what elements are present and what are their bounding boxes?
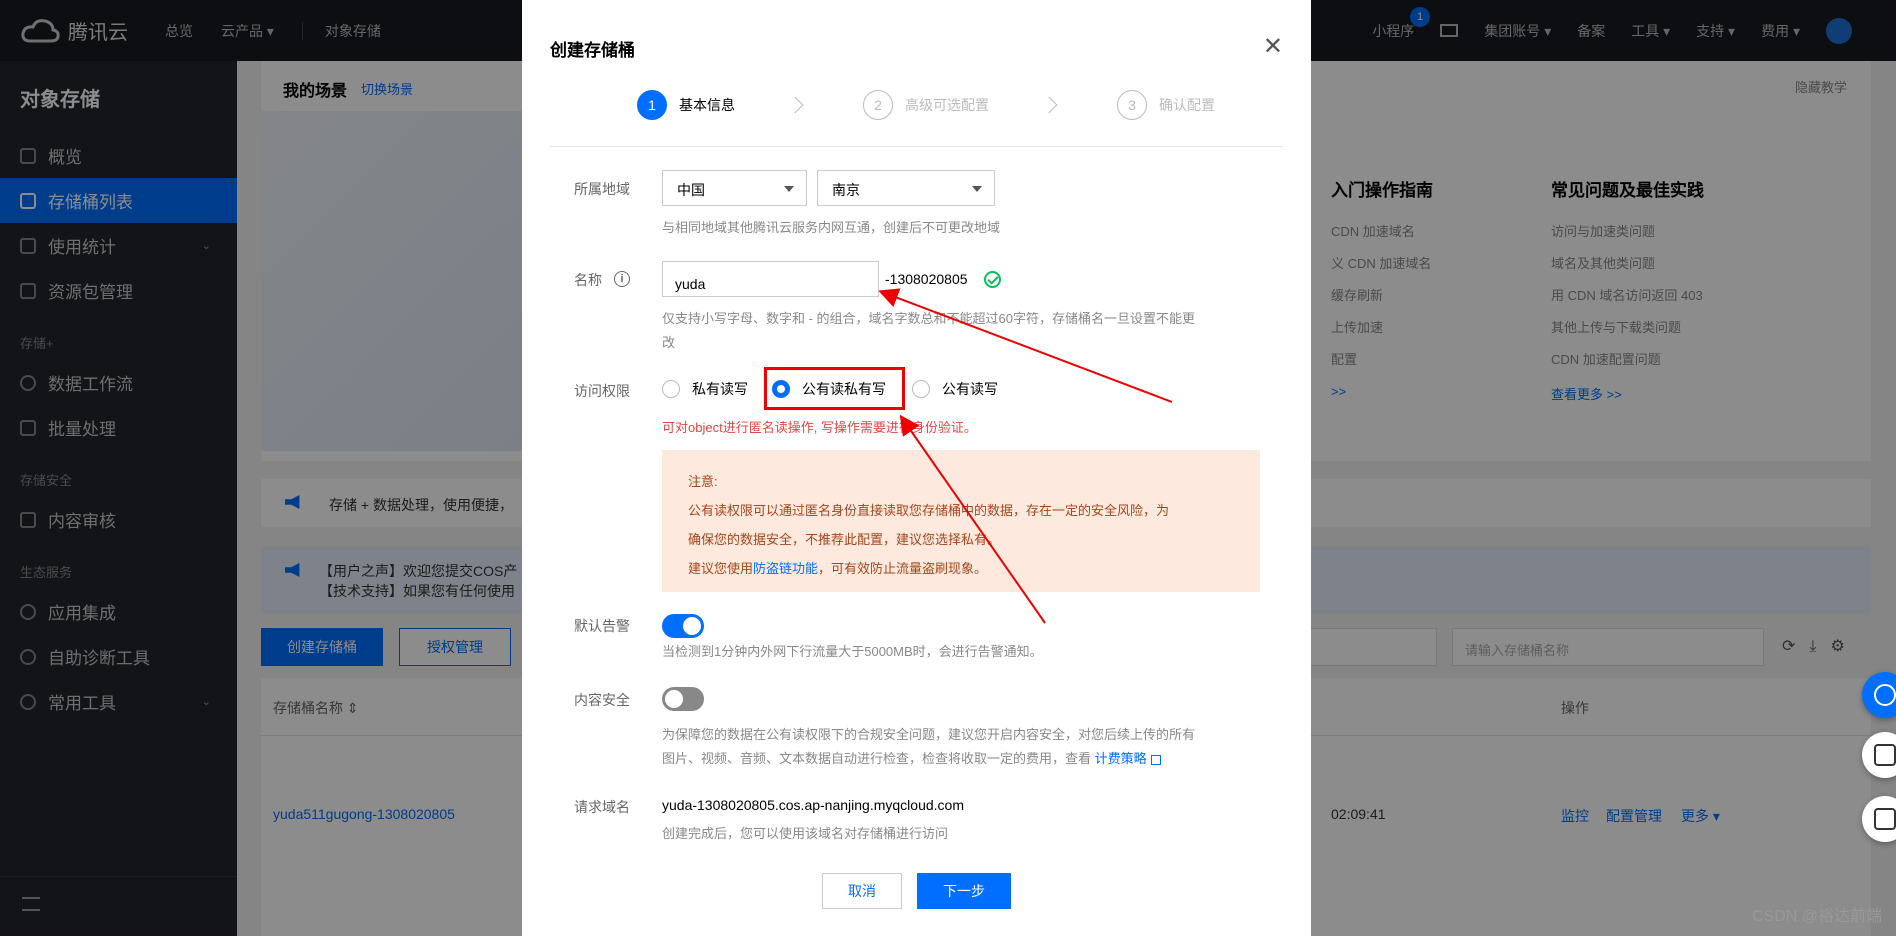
radio-public-readwrite[interactable]: 公有读写	[912, 379, 998, 399]
security-hint-text: 图片、视频、音频、文本数据自动进行检查，检查将收取一定的费用，查看	[662, 751, 1095, 766]
toggle-knob	[665, 690, 683, 708]
radio-label: 公有读写	[942, 381, 998, 397]
close-icon[interactable]: ✕	[1263, 32, 1283, 61]
hotlink-protection-link[interactable]: 防盗链功能	[753, 561, 818, 576]
security-hint-line: 图片、视频、音频、文本数据自动进行检查，检查将收取一定的费用，查看 计费策略	[662, 747, 1272, 771]
security-label: 内容安全	[574, 692, 630, 708]
watermark: CSDN @裕达前端	[1751, 908, 1882, 925]
step-label: 基本信息	[679, 97, 735, 113]
content-security-toggle[interactable]	[662, 687, 704, 711]
divider	[550, 146, 1283, 147]
security-hint: 为保障您的数据在公有读权限下的合规安全问题，建议您开启内容安全，对您后续上传的所…	[662, 723, 1272, 771]
create-bucket-dialog: 创建存储桶 ✕ 1 基本信息 2 高级可选配置 3 确认配置 所属地域 中国 南…	[522, 0, 1311, 936]
name-hint: 仅支持小写字母、数字和 - 的组合，域名字数总和不能超过60字符，存储桶名一旦设…	[662, 307, 1272, 355]
access-description: 可对object进行匿名读操作, 写操作需要进行身份验证。	[662, 420, 977, 435]
warning-line: 公有读权限可以通过匿名身份直接读取您存储桶中的数据，存在一定的安全风险，为	[688, 503, 1170, 518]
step-label: 高级可选配置	[905, 97, 989, 113]
radio-circle	[662, 380, 680, 398]
appid-suffix: -1308020805	[885, 271, 968, 287]
name-hint-line: 仅支持小写字母、数字和 - 的组合，域名字数总和不能超过60字符，存储桶名一旦设…	[662, 311, 1196, 326]
domain-hint: 创建完成后，您可以使用该域名对存储桶进行访问	[662, 826, 949, 841]
billing-policy-link[interactable]: 计费策略	[1095, 751, 1147, 766]
info-icon[interactable]: i	[614, 271, 630, 287]
caret-down-icon	[972, 186, 982, 192]
step-advanced-config: 2 高级可选配置	[863, 90, 989, 120]
warning-title: 注意:	[688, 474, 718, 489]
region-label: 所属地域	[574, 181, 630, 197]
caret-down-icon	[784, 186, 794, 192]
step-number: 3	[1117, 90, 1147, 120]
access-label: 访问权限	[574, 383, 630, 399]
alarm-toggle[interactable]	[662, 614, 704, 638]
warning-line: 建议您使用防盗链功能，可有效防止流量盗刷现象。	[688, 554, 1234, 583]
country-select[interactable]: 中国	[662, 170, 807, 206]
book-icon	[1874, 744, 1896, 766]
domain-label: 请求域名	[574, 799, 630, 815]
check-circle-icon	[984, 271, 1001, 288]
warning-box: 注意: 公有读权限可以通过匿名身份直接读取您存储桶中的数据，存在一定的安全风险，…	[662, 450, 1260, 592]
name-label: 名称	[574, 272, 602, 288]
toggle-knob	[683, 617, 701, 635]
external-link-icon	[1150, 754, 1161, 765]
alarm-hint: 当检测到1分钟内外网下行流量大于5000MB时，会进行告警通知。	[662, 644, 1043, 659]
request-domain: yuda-1308020805.cos.ap-nanjing.myqcloud.…	[662, 797, 964, 813]
radio-private[interactable]: 私有读写	[662, 379, 748, 399]
city-value: 南京	[832, 182, 860, 198]
stepper: 1 基本信息 2 高级可选配置 3 确认配置	[637, 90, 1215, 120]
dialog-title: 创建存储桶	[550, 41, 635, 60]
warning-text: 建议您使用	[688, 561, 754, 576]
step-basic-info: 1 基本信息	[637, 90, 735, 120]
step-number: 2	[863, 90, 893, 120]
name-hint-line: 改	[662, 335, 676, 350]
region-hint: 与相同地域其他腾讯云服务内网互通，创建后不可更改地域	[662, 220, 1001, 235]
cancel-button[interactable]: 取消	[822, 873, 902, 909]
alarm-label: 默认告警	[574, 618, 630, 634]
security-hint-line: 为保障您的数据在公有读权限下的合规安全问题，建议您开启内容安全，对您后续上传的所…	[662, 727, 1196, 742]
step-number: 1	[637, 90, 667, 120]
step-confirm: 3 确认配置	[1117, 90, 1215, 120]
warning-text: ，可有效防止流量盗刷现象。	[818, 561, 988, 576]
city-select[interactable]: 南京	[817, 170, 995, 206]
next-step-button[interactable]: 下一步	[917, 873, 1011, 909]
warning-line: 确保您的数据安全，不推荐此配置，建议您选择私有。	[688, 532, 1001, 547]
headset-icon	[1874, 684, 1896, 706]
chevron-right-icon	[1040, 96, 1058, 114]
radio-circle	[912, 380, 930, 398]
bucket-name-input[interactable]	[662, 261, 879, 297]
annotation-highlight-box	[764, 367, 905, 410]
chevron-right-icon	[786, 96, 804, 114]
radio-label: 私有读写	[692, 381, 748, 397]
step-label: 确认配置	[1159, 97, 1215, 113]
country-value: 中国	[677, 182, 705, 198]
list-icon	[1874, 808, 1896, 830]
